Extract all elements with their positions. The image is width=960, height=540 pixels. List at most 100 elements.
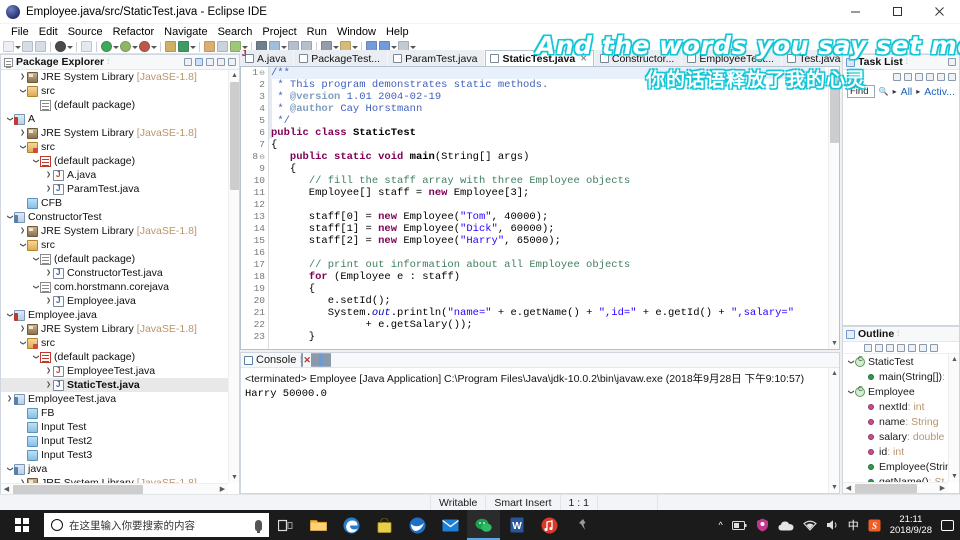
notification-icon[interactable] [941,519,954,531]
outline-menu-icon[interactable] [930,343,938,352]
hscroll-thumb[interactable] [13,485,143,494]
menu-item-refactor[interactable]: Refactor [108,26,160,38]
menu-item-edit[interactable]: Edit [34,26,63,38]
menu-item-help[interactable]: Help [381,26,414,38]
synchronize-icon[interactable] [937,72,945,81]
menu-item-navigate[interactable]: Navigate [159,26,212,38]
store-icon[interactable] [368,510,401,540]
close-icon[interactable] [918,0,960,24]
toolbar-dropdown-caret[interactable] [15,41,21,52]
code-line[interactable]: + e.getSalary()); [271,319,825,331]
ime-icon[interactable]: 中 [848,517,859,533]
tree-expand-arrow-down[interactable] [18,336,27,350]
outline-scroll-up-arrow[interactable]: ▲ [949,354,959,365]
menu-item-project[interactable]: Project [257,26,301,38]
tree-expand-arrow-right[interactable] [44,294,53,308]
tree-item-a-java[interactable]: A.java [1,168,228,182]
code-line[interactable]: staff[1] = new Employee("Dick", 60000); [271,223,825,235]
toolbar-coverage-icon[interactable] [120,41,131,52]
tree-expand-arrow-right[interactable] [18,126,27,140]
toolbar-open-res-icon[interactable] [217,41,228,52]
tree-item-constructortest[interactable]: ConstructorTest [1,210,228,224]
outline-hscrollbar[interactable]: ◀ ▶ [843,482,948,493]
code-line[interactable]: * @version 1.01 2004-02-19 [271,91,825,103]
tree-item-input-test[interactable]: Input Test [1,420,228,434]
tree-expand-arrow-down[interactable] [5,462,14,476]
toolbar-save-icon[interactable] [22,41,33,52]
outline-item-nextid[interactable]: nextId : int [843,399,948,414]
minimize-view-icon[interactable] [217,58,225,66]
collapse-all-outline-icon[interactable] [864,343,872,352]
task-view-icon[interactable] [269,510,302,540]
editor-tab-statictest-java[interactable]: StaticTest.java ✕ [485,50,594,66]
microphone-icon[interactable] [255,519,262,533]
tree-item-fb[interactable]: FB [1,406,228,420]
outline-hscroll-thumb[interactable] [855,484,917,493]
outline-tree[interactable]: StaticTestmain(String[]) :EmployeenextId… [843,354,959,493]
tree-item-employeetest-java[interactable]: EmployeeTest.java [1,392,228,406]
tree-expand-arrow-right[interactable] [44,364,53,378]
editor-tab-a-java[interactable]: A.java [240,50,294,66]
toolbar-new-icon[interactable] [3,41,14,52]
code-line[interactable] [271,247,825,259]
editor-tab-paramtest-java[interactable]: ParamTest.java [388,50,485,66]
tree-expand-arrow-down[interactable] [31,252,40,266]
console-scroll-down-arrow[interactable]: ▼ [829,482,839,493]
tree-expand-arrow-right[interactable] [44,168,53,182]
package-explorer-hscrollbar[interactable]: ◀ ▶ [1,483,228,494]
code-line[interactable]: public class StaticTest [271,127,825,139]
code-line[interactable]: public static void main(String[] args) [271,151,825,163]
tree-expand-arrow-right[interactable] [44,378,53,392]
word-icon[interactable]: W [500,510,533,540]
tree-expand-arrow-right[interactable] [18,224,27,238]
tree-expand-arrow-down[interactable] [5,112,14,126]
toolbar-saveall-icon[interactable] [35,41,46,52]
hide-nonpublic-icon[interactable] [908,343,916,352]
wechat-icon[interactable] [467,510,500,540]
tree-item-src[interactable]: src [1,238,228,252]
tree-item-a[interactable]: A [1,112,228,126]
code-line[interactable]: * This program demonstrates static metho… [271,79,825,91]
toolbar-dropdown-caret[interactable] [190,41,196,52]
code-line[interactable]: /** [271,67,825,79]
code-text[interactable]: /** * This program demonstrates static m… [271,67,825,349]
hide-local-types-icon[interactable] [919,343,927,352]
toolbar-dropdown-caret[interactable] [132,41,138,52]
tree-expand-arrow-down[interactable] [31,350,40,364]
task-list-menu-icon[interactable] [948,72,956,81]
toolbar-dropdown-caret[interactable] [113,41,119,52]
tree-expand-arrow-right[interactable] [44,182,53,196]
tree-expand-arrow-down[interactable] [18,84,27,98]
tree-item--default-package-[interactable]: (default package) [1,154,228,168]
editor-vscrollbar[interactable]: ▼ [828,67,839,349]
tree-item--default-package-[interactable]: (default package) [1,350,228,364]
code-line[interactable]: * @author Cay Horstmann [271,103,825,115]
minimize-icon[interactable] [834,0,876,24]
tree-item-jre-system-library[interactable]: JRE System Library[JavaSE-1.8] [1,126,228,140]
tree-item--default-package-[interactable]: (default package) [1,252,228,266]
tree-item-jre-system-library[interactable]: JRE System Library[JavaSE-1.8] [1,70,228,84]
code-line[interactable]: */ [271,115,825,127]
filter-icon[interactable] [926,72,934,81]
vscroll-thumb[interactable] [230,82,239,190]
code-line[interactable]: staff[0] = new Employee("Tom", 40000); [271,211,825,223]
code-line[interactable]: // fill the staff array with three Emplo… [271,175,825,187]
menu-item-window[interactable]: Window [332,26,381,38]
outline-vscrollbar[interactable]: ▲ ▼ [948,354,959,482]
tree-expand-arrow-right[interactable] [18,322,27,336]
toolbar-newclass-icon[interactable] [165,41,176,52]
tree-item-jre-system-library[interactable]: JRE System Library[JavaSE-1.8] [1,224,228,238]
scroll-right-arrow[interactable]: ▶ [217,484,228,494]
tree-item-employee-java[interactable]: Employee.java [1,308,228,322]
remove-launch-icon[interactable]: ✕ [303,355,311,365]
tree-expand-arrow-down[interactable] [31,154,40,168]
outline-expand-arrow[interactable] [846,385,855,399]
editor-tab-close-icon[interactable]: ✕ [580,54,587,63]
tree-item-input-test3[interactable]: Input Test3 [1,448,228,462]
code-line[interactable]: // print out information about all Emplo… [271,259,825,271]
windows-start-icon[interactable] [0,510,44,540]
collapse-all-icon[interactable] [184,58,192,66]
tree-item-src[interactable]: src [1,336,228,350]
menu-item-run[interactable]: Run [302,26,332,38]
tree-item-statictest-java[interactable]: StaticTest.java [1,378,228,392]
